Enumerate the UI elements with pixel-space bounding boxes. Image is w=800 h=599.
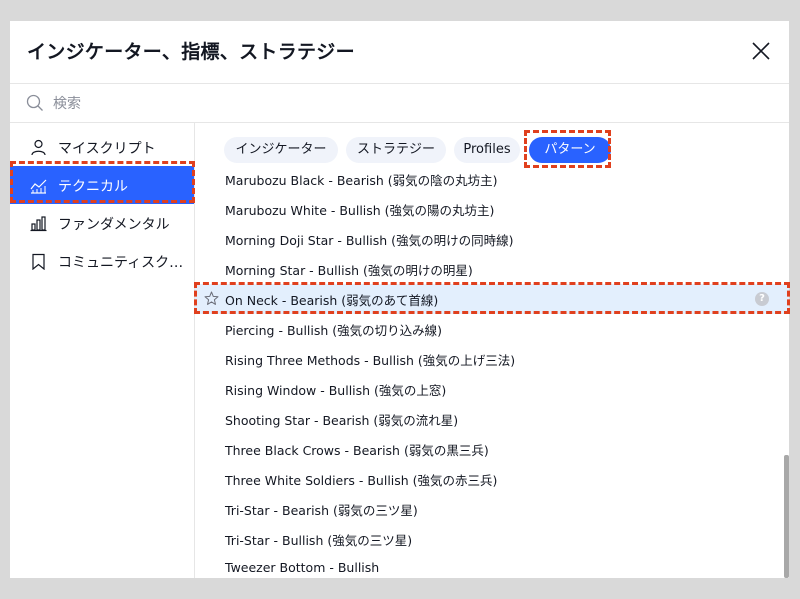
list-item-label: Three Black Crows - Bearish (弱気の黒三兵) (225, 443, 489, 458)
sidebar-item-my-scripts[interactable]: マイスクリプト (10, 128, 194, 166)
tab-profiles[interactable]: Profiles (454, 137, 520, 163)
list-item-label: Morning Doji Star - Bullish (強気の明けの同時線) (225, 233, 514, 248)
list-item[interactable]: Piercing - Bullish (強気の切り込み線) (195, 314, 789, 344)
indicators-dialog: インジケーター、指標、ストラテジー マイスクリプト テクニカル (10, 21, 789, 578)
close-icon[interactable] (750, 40, 772, 62)
list-item[interactable]: Tweezer Bottom - Bullish (195, 554, 789, 578)
tab-indicators[interactable]: インジケーター (224, 137, 338, 163)
sidebar-item-label: ファンダメンタル (58, 217, 170, 233)
list-item[interactable]: Morning Doji Star - Bullish (強気の明けの同時線) (195, 224, 789, 254)
bookmark-icon (32, 253, 45, 270)
list-item-label: Rising Three Methods - Bullish (強気の上げ三法) (225, 353, 516, 368)
search-bar (10, 84, 789, 123)
tab-patterns[interactable]: パターン (529, 137, 611, 163)
list-item[interactable]: Marubozu White - Bullish (強気の陽の丸坊主) (195, 194, 789, 224)
sidebar-item-label: コミュニティスクリプト (58, 255, 190, 271)
list-item[interactable]: Shooting Star - Bearish (弱気の流れ星) (195, 404, 789, 434)
sidebar-item-community-scripts[interactable]: コミュニティスクリプト (10, 242, 194, 280)
list-item[interactable]: Rising Window - Bullish (強気の上窓) (195, 374, 789, 404)
list-item[interactable]: Rising Three Methods - Bullish (強気の上げ三法) (195, 344, 789, 374)
chart-line-icon (30, 179, 47, 194)
list-item[interactable]: Tri-Star - Bullish (強気の三ツ星) (195, 524, 789, 554)
list-item-label: On Neck - Bearish (弱気のあて首線) (225, 293, 439, 308)
list-item-label: Shooting Star - Bearish (弱気の流れ星) (225, 413, 459, 428)
list-item[interactable]: Tri-Star - Bearish (弱気の三ツ星) (195, 494, 789, 524)
pattern-list: Marubozu Black - Bearish (弱気の陰の丸坊主) Maru… (195, 166, 789, 578)
list-item-selected[interactable]: On Neck - Bearish (弱気のあて首線) ? (195, 284, 789, 314)
scrollbar[interactable] (784, 455, 789, 578)
list-item[interactable]: Morning Star - Bullish (強気の明けの明星) (195, 254, 789, 284)
list-item[interactable]: Three Black Crows - Bearish (弱気の黒三兵) (195, 434, 789, 464)
user-icon (31, 139, 46, 156)
search-icon (26, 94, 43, 111)
tab-strategies[interactable]: ストラテジー (346, 137, 446, 163)
sidebar-item-fundamentals[interactable]: ファンダメンタル (10, 204, 194, 242)
list-item[interactable]: Marubozu Black - Bearish (弱気の陰の丸坊主) (195, 166, 789, 194)
list-item-label: Tri-Star - Bullish (強気の三ツ星) (225, 533, 413, 548)
list-item-label: Piercing - Bullish (強気の切り込み線) (225, 323, 443, 338)
list-item-label: Tweezer Bottom - Bullish (225, 560, 380, 575)
list-item-label: Rising Window - Bullish (強気の上窓) (225, 383, 447, 398)
list-item[interactable]: Three White Soldiers - Bullish (強気の赤三兵) (195, 464, 789, 494)
sidebar: マイスクリプト テクニカル ファンダメンタル コミュニティスクリプト (10, 123, 195, 578)
dialog-title: インジケーター、指標、ストラテジー (27, 41, 355, 63)
help-icon[interactable]: ? (755, 292, 769, 306)
bar-chart-icon (30, 216, 47, 232)
sidebar-item-technicals[interactable]: テクニカル (10, 166, 194, 204)
list-item-label: Marubozu White - Bullish (強気の陽の丸坊主) (225, 203, 495, 218)
search-input[interactable] (51, 92, 755, 116)
star-icon[interactable] (204, 291, 219, 306)
list-item-label: Morning Star - Bullish (強気の明けの明星) (225, 263, 473, 278)
list-item-label: Marubozu Black - Bearish (弱気の陰の丸坊主) (225, 173, 498, 188)
dialog-header: インジケーター、指標、ストラテジー (10, 21, 789, 84)
list-item-label: Tri-Star - Bearish (弱気の三ツ星) (225, 503, 418, 518)
list-item-label: Three White Soldiers - Bullish (強気の赤三兵) (225, 473, 498, 488)
sidebar-item-label: テクニカル (58, 179, 128, 195)
sidebar-item-label: マイスクリプト (58, 141, 156, 157)
